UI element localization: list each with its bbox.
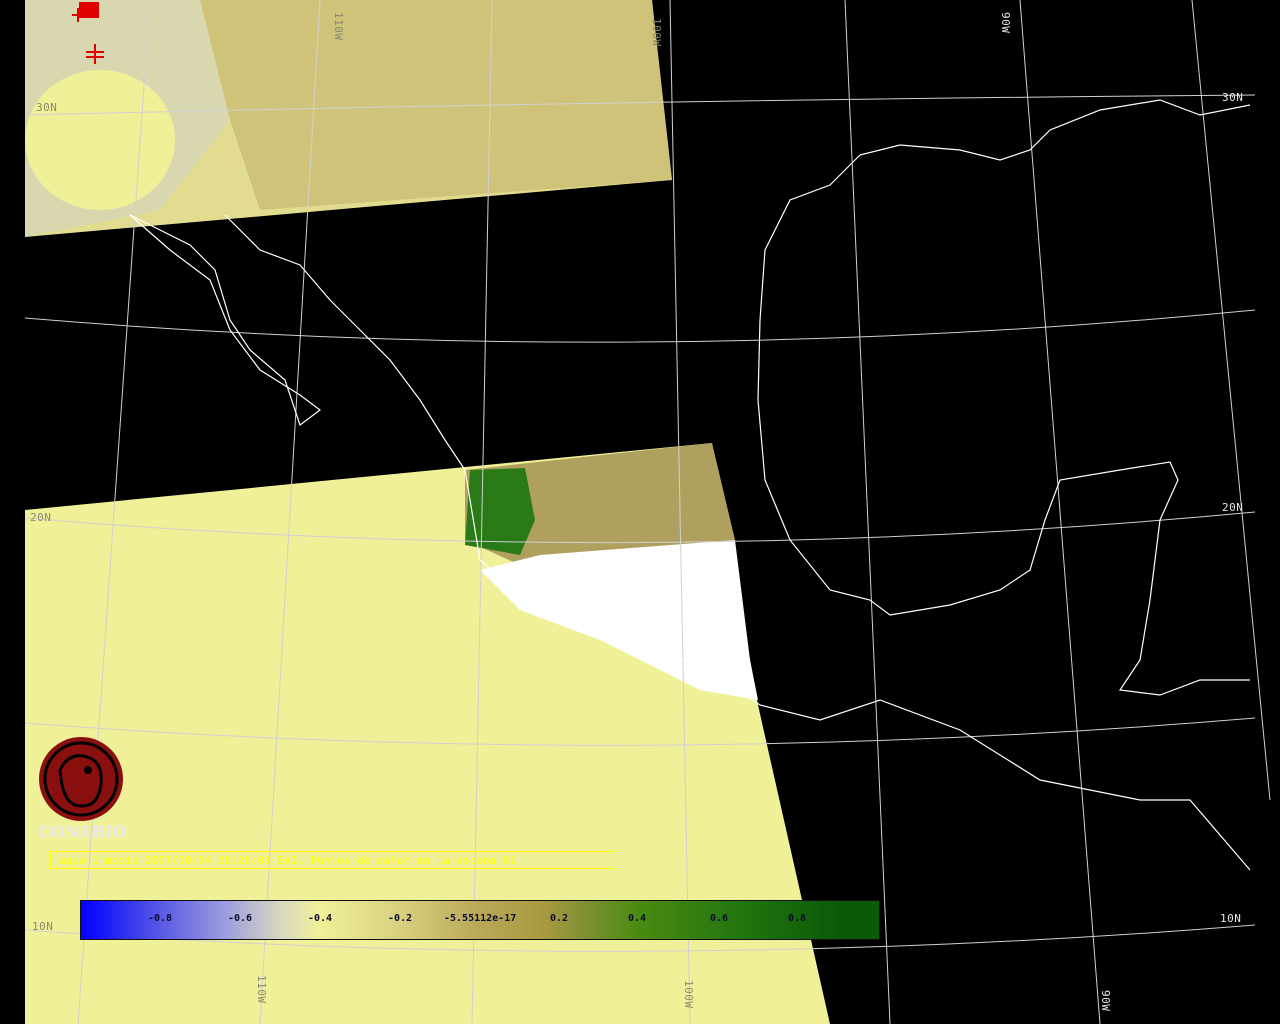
scale-tick-label: 0.4 xyxy=(628,913,647,924)
scale-tick-label: -0.2 xyxy=(388,913,413,924)
satellite-map xyxy=(0,0,1280,1024)
upper-swath-ocean xyxy=(25,70,175,210)
label-lon-110w-top: 110W xyxy=(332,12,345,41)
label-lon-100w-bottom: 100W xyxy=(682,980,695,1009)
label-lon-90w-top: 90W xyxy=(999,12,1012,34)
scale-tick-label: 0.8 xyxy=(788,913,807,924)
label-lat-30n-left: 30N xyxy=(36,101,58,114)
label-lat-20n-right: 20N xyxy=(1222,501,1244,514)
upper-swath-vegetation xyxy=(200,0,672,210)
scale-tick-label: -0.6 xyxy=(228,913,253,924)
label-lat-10n-left: 10N xyxy=(32,920,54,933)
label-lat-30n-right: 30N xyxy=(1222,91,1244,104)
scale-tick-label: -0.4 xyxy=(308,913,333,924)
label-lat-10n-right: 10N xyxy=(1220,912,1242,925)
scale-tick-label: 0.6 xyxy=(710,913,729,924)
label-lon-110w-bottom: 110W xyxy=(255,975,268,1004)
scale-tick-label: -5.55112e-17 xyxy=(444,913,517,924)
label-lon-90w-bottom: 90W xyxy=(1099,990,1112,1012)
label-lat-20n-left: 20N xyxy=(30,511,52,524)
scale-tick-label: 0.2 xyxy=(550,913,569,924)
scale-tick-label: -0.8 xyxy=(148,913,173,924)
logo-text: CONABIO xyxy=(38,822,127,841)
scene-caption: aqua 1 modis 2007/10/24 20:26:03 EVI. Pu… xyxy=(50,851,616,869)
conabio-logo xyxy=(39,737,123,821)
label-lon-100w-top: 100W xyxy=(650,18,663,47)
